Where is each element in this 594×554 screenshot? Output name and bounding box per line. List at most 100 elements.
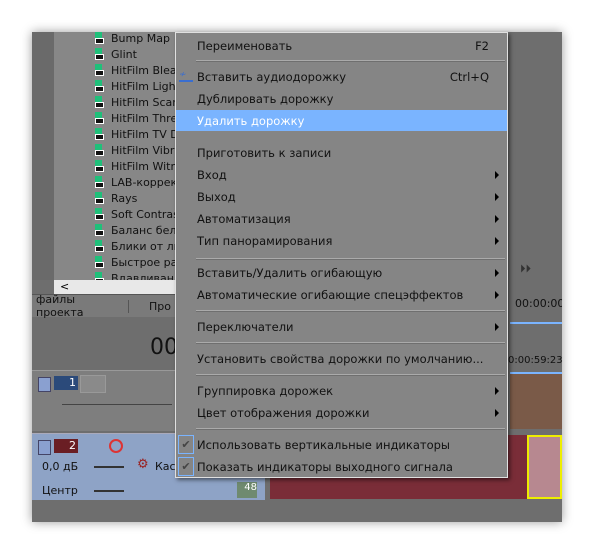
plugin-label: HitFilm Witne — [111, 159, 185, 173]
track-expand-icon[interactable] — [38, 440, 51, 455]
menu-shortcut: Ctrl+Q — [449, 69, 489, 84]
menu-item[interactable]: Установить свойства дорожки по умолчанию… — [176, 348, 507, 369]
menu-item-label: Вход — [197, 167, 227, 182]
volume-label: 0,0 дБ — [42, 460, 79, 473]
plugin-icon — [92, 47, 106, 61]
menu-item[interactable]: Автоматические огибающие спецэффектов — [176, 284, 507, 305]
tab-project-files[interactable]: файлы проекта — [32, 293, 104, 319]
submenu-arrow-icon — [495, 386, 499, 395]
plugin-item[interactable]: LAB-коррекц — [92, 174, 185, 190]
fx-label: Кас — [155, 460, 176, 473]
menu-item[interactable]: Группировка дорожек — [176, 380, 507, 401]
menu-item[interactable]: Тип панорамирования — [176, 230, 507, 251]
menu-item[interactable]: Удалить дорожку — [176, 110, 507, 131]
scroll-left-icon[interactable]: < — [60, 280, 69, 293]
track-color-box — [80, 375, 106, 393]
play-icon[interactable]: ⏵⏵ — [520, 262, 531, 276]
menu-item[interactable]: Использовать вертикальные индикаторы ✔ — [176, 434, 507, 455]
menu-item[interactable]: Приготовить к записи — [176, 142, 507, 163]
menu-item-label: Дублировать дорожку — [197, 91, 334, 106]
menu-item[interactable]: Переименовать F2 — [176, 35, 507, 56]
menu-item-label: Переименовать — [197, 38, 293, 53]
menu-item[interactable]: Переключатели — [176, 316, 507, 337]
plugin-label: LAB-коррекц — [111, 175, 185, 189]
plugin-item[interactable]: Soft Contrast — [92, 206, 183, 222]
plugin-icon — [92, 32, 106, 45]
menu-item[interactable]: Автоматизация — [176, 208, 507, 229]
menu-item-label: Автоматизация — [197, 211, 291, 226]
opacity-slider[interactable] — [62, 404, 172, 405]
pan-label: Центр — [42, 484, 78, 497]
plugin-icon — [92, 223, 106, 237]
menu-item-label: Удалить дорожку — [197, 113, 305, 128]
audio-track-icon: ≁ — [179, 70, 193, 82]
menu-item[interactable]: Дублировать дорожку — [176, 88, 507, 109]
fx-gear-icon[interactable]: ⚙ — [137, 457, 149, 472]
menu-item[interactable]: Выход — [176, 186, 507, 207]
submenu-arrow-icon — [495, 236, 499, 245]
checkmark-icon: ✔ — [178, 435, 194, 454]
video-clip[interactable] — [510, 372, 562, 429]
plugin-label: Soft Contrast — [111, 207, 184, 221]
plugin-item[interactable]: Быстрое раз — [92, 254, 183, 270]
menu-shortcut: F2 — [475, 38, 489, 53]
submenu-arrow-icon — [495, 170, 499, 179]
plugin-item[interactable]: HitFilm Witne — [92, 158, 184, 174]
plugin-item[interactable]: Bump Map — [92, 32, 170, 46]
menu-item[interactable]: Вход — [176, 164, 507, 185]
menu-item[interactable]: Вставить/Удалить огибающую — [176, 262, 507, 283]
plugin-label: Bump Map — [111, 32, 170, 45]
record-arm-icon[interactable] — [109, 439, 123, 453]
plugin-item[interactable]: Rays — [92, 190, 137, 206]
menu-item-label: Тип панорамирования — [197, 233, 333, 248]
submenu-arrow-icon — [495, 268, 499, 277]
checkmark-icon: ✔ — [178, 457, 194, 476]
loop-region[interactable] — [510, 322, 562, 324]
plugin-icon — [92, 143, 106, 157]
plugin-item[interactable]: HitFilm Vibran — [92, 142, 188, 158]
submenu-arrow-icon — [495, 290, 499, 299]
timecode-display: 00 — [150, 335, 178, 360]
plugin-tree: Bump Map Glint HitFilm Bleach HitFilm Light… — [32, 32, 190, 285]
menu-item[interactable]: Вставить аудиодорожку Ctrl+Q ≁ — [176, 66, 507, 87]
plugin-label: HitFilm Three — [111, 111, 184, 125]
plugin-icon — [92, 255, 106, 269]
menu-item-label: Выход — [197, 189, 236, 204]
menu-separator — [196, 258, 505, 260]
time-ruler-start: 00:00:00: — [515, 297, 562, 310]
plugin-icon — [92, 191, 106, 205]
menu-item[interactable]: Показать индикаторы выходного сигнала ✔ — [176, 456, 507, 477]
plugin-item[interactable]: HitFilm TV Da — [92, 126, 185, 142]
menu-separator — [196, 428, 505, 430]
plugin-label: Блики от ли — [111, 239, 181, 253]
submenu-arrow-icon — [495, 408, 499, 417]
menu-item-label: Переключатели — [197, 319, 294, 334]
menu-separator — [196, 60, 505, 62]
menu-item-label: Приготовить к записи — [197, 145, 332, 160]
plugin-item[interactable]: Баланс бело — [92, 222, 183, 238]
menu-item-label: Цвет отображения дорожки — [197, 405, 370, 420]
plugin-label: Glint — [111, 47, 137, 61]
plugin-icon — [92, 111, 106, 125]
volume-slider[interactable] — [94, 466, 124, 468]
plugin-item[interactable]: HitFilm Three — [92, 110, 184, 126]
audio-clip-selected[interactable] — [527, 435, 562, 499]
plugin-item[interactable]: Glint — [92, 46, 137, 62]
plugin-icon — [92, 239, 106, 253]
plugin-label: Быстрое раз — [111, 255, 184, 269]
plugin-icon — [92, 95, 106, 109]
menu-item-label: Использовать вертикальные индикаторы — [197, 437, 451, 452]
track-context-menu: Переименовать F2 Вставить аудиодорожку Ctrl… — [175, 32, 508, 478]
menu-item[interactable]: Цвет отображения дорожки — [176, 402, 507, 423]
menu-separator — [196, 374, 505, 376]
pan-slider[interactable] — [94, 490, 124, 492]
plugin-label: Rays — [111, 191, 138, 205]
tab-second[interactable]: Про — [128, 299, 175, 313]
submenu-arrow-icon — [495, 322, 499, 331]
plugin-item[interactable]: Блики от ли — [92, 238, 181, 254]
track-expand-icon[interactable] — [38, 377, 51, 392]
menu-item-label: Автоматические огибающие спецэффектов — [197, 287, 464, 302]
menu-item-label: Показать индикаторы выходного сигнала — [197, 459, 453, 474]
horizontal-scrollbar[interactable]: < — [54, 280, 175, 294]
menu-separator — [196, 310, 505, 312]
